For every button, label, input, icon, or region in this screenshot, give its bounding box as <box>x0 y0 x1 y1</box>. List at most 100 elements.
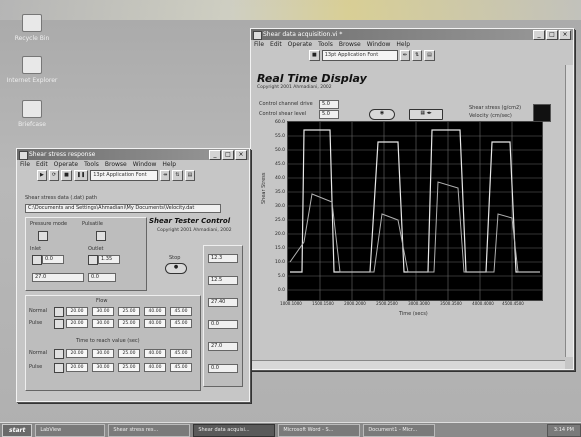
start-button[interactable]: start <box>2 423 33 437</box>
taskbar-item[interactable]: LabView <box>35 423 106 437</box>
stc-menubar: File Edit Operate Tools Browse Window He… <box>17 160 249 169</box>
align-icon[interactable]: ⇹ <box>399 49 410 61</box>
section-label: Pulsatile <box>82 221 103 227</box>
rtd-horizontal-scrollbar[interactable] <box>251 360 565 369</box>
pause-icon[interactable]: ❚❚ <box>73 169 89 181</box>
flow-cell[interactable]: 20.00 <box>66 307 88 316</box>
flow-cell[interactable]: 45.00 <box>170 319 192 328</box>
row-stepper[interactable] <box>54 363 64 373</box>
pulsatile-toggle[interactable] <box>96 231 106 241</box>
count-field[interactable]: 0.0 <box>88 273 116 282</box>
taskbar-item[interactable]: Document1 - Micr... <box>363 423 436 437</box>
mode-selector[interactable]: ▦ ◂▸ <box>409 109 443 120</box>
control-shear-level-field[interactable]: 5.0 <box>319 110 339 119</box>
y-tick: 55.0 <box>274 134 285 139</box>
mode-toggle[interactable] <box>38 231 48 241</box>
mode-panel: Pressure mode Pulsatile Inlet Outlet 0.0… <box>25 217 147 291</box>
minimize-button[interactable]: _ <box>209 150 221 160</box>
flow-cell[interactable]: 20.00 <box>66 319 88 328</box>
data-path-field[interactable]: C:\Documents and Settings\Ahmadiani\My D… <box>25 204 221 213</box>
row-stepper[interactable] <box>54 319 64 329</box>
time-cell[interactable]: 25.00 <box>118 363 140 372</box>
close-button[interactable]: × <box>559 30 571 40</box>
maximize-button[interactable]: □ <box>546 30 558 40</box>
menu-window[interactable]: Window <box>367 40 391 49</box>
taskbar-item-active[interactable]: Shear data acquisi... <box>193 423 276 437</box>
row-stepper[interactable] <box>54 349 64 359</box>
time-cell[interactable]: 30.00 <box>92 363 114 372</box>
desktop-icon-internet-explorer[interactable]: Internet Explorer <box>2 56 62 84</box>
range-field[interactable]: 27.0 <box>32 273 84 282</box>
run-continuous-icon[interactable]: ⟳ <box>48 169 60 181</box>
time-cell[interactable]: 45.00 <box>170 363 192 372</box>
rtd-menubar: File Edit Operate Tools Browse Window He… <box>251 40 573 49</box>
menu-edit[interactable]: Edit <box>36 160 48 169</box>
outlet-stepper[interactable] <box>88 255 98 265</box>
row-label: Normal <box>29 308 48 314</box>
menu-operate[interactable]: Operate <box>54 160 78 169</box>
menu-browse[interactable]: Browse <box>339 40 361 49</box>
menu-tools[interactable]: Tools <box>318 40 333 49</box>
x-tick: 1000.1000 <box>280 301 302 306</box>
reorder-icon[interactable]: ▤ <box>424 49 435 61</box>
font-select[interactable]: 13pt Application Font <box>321 49 398 61</box>
reorder-icon[interactable]: ▤ <box>184 169 196 181</box>
taskbar-item[interactable]: Microsoft Word - S... <box>278 423 361 437</box>
time-cell[interactable]: 30.00 <box>92 349 114 358</box>
inlet-stepper[interactable] <box>32 255 42 265</box>
inlet-field[interactable]: 0.0 <box>42 255 64 264</box>
menu-file[interactable]: File <box>254 40 264 49</box>
maximize-button[interactable]: □ <box>222 150 234 160</box>
outlet-field[interactable]: 1.35 <box>98 255 120 264</box>
menu-edit[interactable]: Edit <box>270 40 282 49</box>
flow-cell[interactable]: 30.00 <box>92 319 114 328</box>
menu-tools[interactable]: Tools <box>84 160 99 169</box>
time-cell[interactable]: 40.00 <box>144 363 166 372</box>
flow-cell[interactable]: 40.00 <box>144 307 166 316</box>
flow-cell[interactable]: 40.00 <box>144 319 166 328</box>
menu-file[interactable]: File <box>20 160 30 169</box>
flow-cell[interactable]: 45.00 <box>170 307 192 316</box>
row-stepper[interactable] <box>54 307 64 317</box>
x-tick: 4500.4500 <box>502 301 524 306</box>
distribute-icon[interactable]: ⇅ <box>172 169 183 181</box>
taskbar-item[interactable]: Shear stress res... <box>108 423 191 437</box>
menu-help[interactable]: Help <box>396 40 410 49</box>
minimize-button[interactable]: _ <box>533 30 545 40</box>
path-label: Shear stress data (.dat) path <box>25 195 98 201</box>
control-label: Control shear level <box>259 111 307 117</box>
menu-help[interactable]: Help <box>162 160 176 169</box>
control-channel-drive-field[interactable]: 5.0 <box>319 100 339 109</box>
rtd-vertical-scrollbar[interactable] <box>565 65 573 357</box>
acquire-button[interactable]: ◉ <box>369 109 395 120</box>
desktop-icon-briefcase[interactable]: Briefcase <box>2 100 62 128</box>
desktop-icon-recycle-bin[interactable]: Recycle Bin <box>2 14 62 42</box>
font-select[interactable]: 13pt Application Font <box>90 169 159 181</box>
time-cell[interactable]: 20.00 <box>66 349 88 358</box>
align-icon[interactable]: ⇹ <box>160 169 171 181</box>
time-cell[interactable]: 45.00 <box>170 349 192 358</box>
stop-icon[interactable]: ■ <box>309 49 320 61</box>
menu-browse[interactable]: Browse <box>105 160 127 169</box>
distribute-icon[interactable]: ⇅ <box>411 49 423 61</box>
stop-icon[interactable]: ■ <box>61 169 72 181</box>
flow-cell[interactable]: 30.00 <box>92 307 114 316</box>
taskbar: start LabView Shear stress res... Shear … <box>0 422 581 437</box>
flow-cell[interactable]: 25.00 <box>118 319 140 328</box>
flow-cell[interactable]: 25.00 <box>118 307 140 316</box>
recycle-bin-icon <box>22 14 42 32</box>
stc-titlebar[interactable]: Shear stress response _ □ × <box>17 149 249 160</box>
menu-operate[interactable]: Operate <box>288 40 312 49</box>
section-label: Inlet <box>30 246 42 252</box>
waveform-graph[interactable] <box>287 121 543 301</box>
time-cell[interactable]: 25.00 <box>118 349 140 358</box>
run-icon[interactable]: ▶ <box>37 169 47 181</box>
close-button[interactable]: × <box>235 150 247 160</box>
desktop-icon-label: Briefcase <box>18 121 46 128</box>
rtd-titlebar[interactable]: Shear data acquisition.vi * _ □ × <box>251 29 573 40</box>
stop-button[interactable]: ● <box>165 263 187 274</box>
time-cell[interactable]: 20.00 <box>66 363 88 372</box>
menu-window[interactable]: Window <box>133 160 157 169</box>
time-cell[interactable]: 40.00 <box>144 349 166 358</box>
readout-field: 12.5 <box>208 276 238 285</box>
